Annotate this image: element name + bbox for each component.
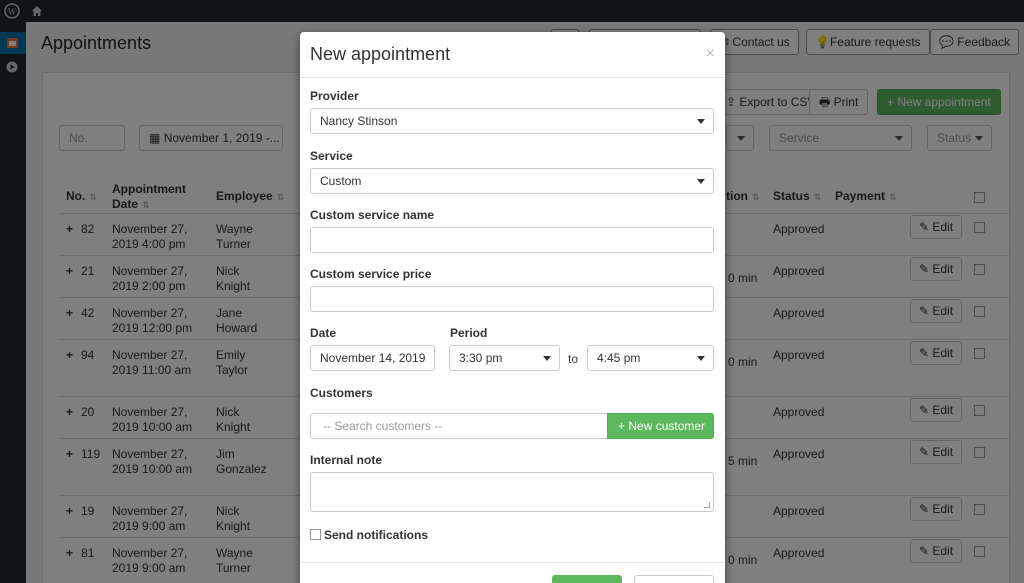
chevron-down-icon — [697, 356, 705, 361]
provider-label: Provider — [310, 89, 359, 103]
period-to-label: to — [568, 352, 579, 366]
custom-service-price-label: Custom service price — [310, 267, 432, 281]
close-icon[interactable]: × — [706, 45, 715, 63]
chevron-down-icon — [543, 356, 551, 361]
plus-icon: + — [618, 419, 626, 433]
custom-service-name-input[interactable] — [310, 227, 714, 253]
custom-service-name-label: Custom service name — [310, 208, 435, 222]
service-label: Service — [310, 149, 353, 163]
new-appointment-modal: New appointment × Provider Nancy Stinson… — [300, 32, 725, 583]
internal-note-textarea[interactable] — [310, 472, 714, 512]
period-label: Period — [450, 326, 488, 340]
chevron-down-icon — [697, 179, 705, 184]
send-notifications-label[interactable]: Send notifications — [324, 528, 428, 542]
save-button[interactable] — [552, 575, 622, 583]
modal-header-divider — [300, 77, 725, 78]
cancel-button[interactable] — [634, 575, 714, 583]
customers-label: Customers — [310, 386, 373, 400]
internal-note-label: Internal note — [310, 453, 383, 467]
service-select[interactable]: Custom — [310, 168, 714, 194]
date-label: Date — [310, 326, 337, 340]
provider-select[interactable]: Nancy Stinson — [310, 108, 714, 134]
chevron-down-icon — [697, 119, 705, 124]
modal-footer-divider — [300, 562, 725, 563]
send-notifications-checkbox[interactable] — [310, 529, 321, 540]
period-from-select[interactable]: 3:30 pm — [449, 345, 560, 371]
resize-handle-icon — [704, 502, 710, 508]
custom-service-price-input[interactable] — [310, 286, 714, 312]
period-to-select[interactable]: 4:45 pm — [587, 345, 714, 371]
search-customers-input[interactable]: -- Search customers -- — [310, 413, 608, 439]
date-input[interactable]: November 14, 2019 — [310, 345, 435, 371]
modal-title: New appointment — [310, 44, 451, 64]
new-customer-button[interactable]: + New customer — [607, 413, 714, 439]
